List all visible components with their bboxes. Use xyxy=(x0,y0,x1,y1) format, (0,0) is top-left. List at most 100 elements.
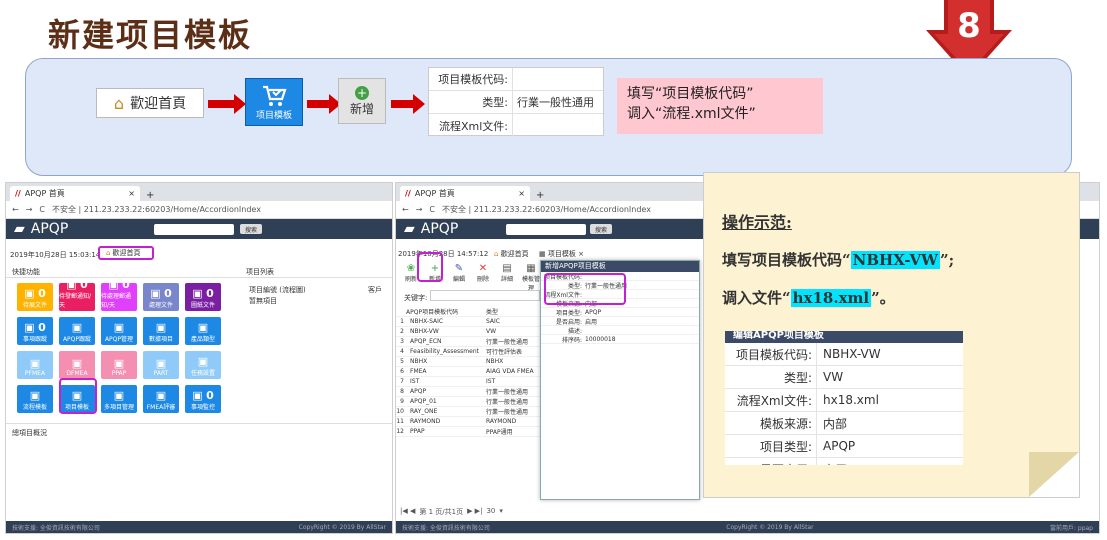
cart-icon xyxy=(263,85,287,106)
tile-11[interactable]: ▣ PFMEA xyxy=(17,351,53,379)
close-icon[interactable]: × xyxy=(128,189,135,198)
back-icon[interactable]: ← xyxy=(402,205,409,214)
project-template-tile[interactable]: 项目模板 xyxy=(245,78,303,126)
table-row[interactable]: 5 NBHX NBHX xyxy=(396,357,541,367)
tile-20[interactable]: ▣ 0 事項監控 xyxy=(185,385,221,413)
tile-icon: ▣ 0 xyxy=(24,321,46,334)
tile-3[interactable]: ▣ 0 待處理郵通知/天 xyxy=(101,278,137,311)
snapshot-title: 编辑APQP项目模板 xyxy=(725,331,963,343)
dialog-title: 新增APQP项目模板 xyxy=(541,261,699,272)
grid-icon: ▦ xyxy=(539,250,546,258)
logo-icon: ▰ xyxy=(404,221,415,237)
search-input[interactable] xyxy=(506,224,586,235)
column-customer: 客戶 xyxy=(368,286,382,294)
toolbar-button-3[interactable]: ✎ 編輯 xyxy=(448,263,470,283)
table-row[interactable]: 3 APQP_ECN 行業一般性通用 xyxy=(396,337,541,347)
example-note-card: 操作示范: 填写项目模板代码“ NBHX-VW”; 调入文件“ hx18.xml”。… xyxy=(703,172,1080,498)
back-icon[interactable]: ← xyxy=(12,205,19,214)
tab-home[interactable]: ⌂ 歡迎首頁 xyxy=(494,249,529,259)
toolbar-button-4[interactable]: ✕ 刪除 xyxy=(472,263,494,283)
table-row[interactable]: 10 RAY_ONE 行業一般性通用 xyxy=(396,407,541,417)
home-icon: ⌂ xyxy=(106,249,111,257)
address-bar[interactable]: 不安全 | 211.23.233.22:60203/Home/Accordion… xyxy=(52,204,261,215)
tile-4[interactable]: ▣ 0 處理文件 xyxy=(143,283,179,311)
toolbar-button-5[interactable]: ▤ 詳細 xyxy=(496,263,518,283)
arrow-icon xyxy=(208,94,246,114)
table-row[interactable]: 2 NBHX-VW VW xyxy=(396,327,541,337)
grid-header: APQP项目模板代码 类型 xyxy=(396,307,541,317)
address-bar[interactable]: 不安全 | 211.23.233.22:60203/Home/Accordion… xyxy=(442,204,651,215)
table-row[interactable]: 11 RAYMOND RAYMOND xyxy=(396,417,541,427)
home-icon: ⌂ xyxy=(494,250,499,258)
tile-19[interactable]: ▣ FMEA評審 xyxy=(143,385,179,413)
search-button[interactable]: 搜索 xyxy=(240,224,262,234)
table-row[interactable]: 1 NBHX-SAIC SAIC xyxy=(396,317,541,327)
pager[interactable]: |◀ ◀ 第 1 页/共1页 ▶ ▶| 30 ▾ xyxy=(400,507,503,517)
tab-home[interactable]: ⌂ 歡迎首頁 xyxy=(98,246,154,260)
tile-icon: ▣ xyxy=(29,389,41,402)
keyword-input[interactable] xyxy=(430,290,540,301)
note-line-2: 调入文件“ hx18.xml”。 xyxy=(722,289,895,307)
snapshot-row: 项目模板代码: NBHX-VW xyxy=(725,343,963,366)
tile-icon: ▣ 0 xyxy=(192,287,214,300)
new-tab-icon[interactable]: + xyxy=(146,190,154,201)
tile-icon: ▣ 0 xyxy=(108,278,130,291)
search-input[interactable] xyxy=(154,224,234,235)
plus-circle-icon: + xyxy=(355,85,369,100)
new-tab-icon[interactable]: + xyxy=(536,190,544,201)
close-icon[interactable]: × xyxy=(518,189,525,198)
datetime: 2019年10月28日 15:03:14 xyxy=(10,251,101,259)
reload-icon[interactable]: C xyxy=(429,205,435,214)
snapshot-row: 项目类型: APQP xyxy=(725,435,963,458)
arrow-icon xyxy=(307,94,341,114)
table-row[interactable]: 4 Feasibility_Assessment 可行性評估表 xyxy=(396,347,541,357)
tile-1[interactable]: ▣ 0 待展文件 xyxy=(17,283,53,311)
keyword-label: 关键字: xyxy=(404,294,428,302)
arrow-icon xyxy=(391,94,425,114)
add-button[interactable]: + 新增 xyxy=(338,78,386,124)
tile-13[interactable]: ▣ PPAP xyxy=(101,351,137,379)
page-curl xyxy=(1029,452,1079,497)
table-row[interactable]: 6 FMEA AIAG VDA FMEA xyxy=(396,367,541,377)
table-row[interactable]: 12 PPAP PPAP通用 xyxy=(396,427,541,437)
tile-7[interactable]: ▣ APQP跟蹤 xyxy=(59,317,95,345)
dialog-row[interactable]: 排序码: 10000018 xyxy=(541,335,699,344)
type-field[interactable]: 行業一般性通用 xyxy=(513,94,594,110)
table-row: 暂無項目 xyxy=(249,297,277,305)
snapshot-row: 是否启用:启用 xyxy=(725,458,963,465)
toolbar-icon: ▤ xyxy=(502,263,512,274)
forward-icon[interactable]: → xyxy=(416,205,423,214)
tile-16[interactable]: ▣ 流程模板 xyxy=(17,385,53,413)
home-icon: ⌂ xyxy=(113,93,125,113)
tile-12[interactable]: ▣ DFMEA xyxy=(59,351,95,379)
tile-5[interactable]: ▣ 0 圖紙文件 xyxy=(185,283,221,311)
tile-icon: ▣ xyxy=(197,321,209,334)
browser-tab[interactable]: //APQP 首頁 × xyxy=(400,186,530,201)
tile-9[interactable]: ▣ 數據項目 xyxy=(143,317,179,345)
tile-18[interactable]: ▣ 多項目管理 xyxy=(101,385,137,413)
search-button[interactable]: 搜索 xyxy=(590,224,612,234)
step-number: 8 xyxy=(957,6,981,46)
tile-icon: ▣ xyxy=(29,357,41,370)
toolbar-button-6[interactable]: ▦ 模板管理 xyxy=(520,263,542,292)
tile-10[interactable]: ▣ 產品類型 xyxy=(185,317,221,345)
tab-project-template[interactable]: ▦ 项目模板 × xyxy=(539,249,584,259)
forward-icon[interactable]: → xyxy=(26,205,33,214)
browser-tab[interactable]: //APQP 首頁 × xyxy=(10,186,140,201)
browser-window-left: //APQP 首頁 × + ← → C 不安全 | 211.23.233.22:60203… xyxy=(5,182,393,534)
instruction-note: 填写“项目模板代码” 调入“流程.xml文件” xyxy=(617,78,823,134)
tile-icon: ▣ xyxy=(71,357,83,370)
table-row[interactable]: 8 APQP 行業一般性通用 xyxy=(396,387,541,397)
tile-6[interactable]: ▣ 0 事項跟蹤 xyxy=(17,317,53,345)
tile-2[interactable]: ▣ 0 待發郵通知/天 xyxy=(59,278,95,311)
tile-15[interactable]: ▣ 任務設置 xyxy=(185,351,221,379)
reload-icon[interactable]: C xyxy=(39,205,45,214)
table-row[interactable]: 9 APQP_01 行業一般性通用 xyxy=(396,397,541,407)
home-button[interactable]: ⌂ 歡迎首頁 xyxy=(96,88,204,118)
tile-14[interactable]: ▣ PART xyxy=(143,351,179,379)
tile-8[interactable]: ▣ APQP管理 xyxy=(101,317,137,345)
table-row[interactable]: 7 IST IST xyxy=(396,377,541,387)
toolbar-icon: ▦ xyxy=(526,263,536,274)
tile-icon: ▣ 0 xyxy=(192,389,214,402)
snapshot-row: 模板来源: 内部 xyxy=(725,412,963,435)
